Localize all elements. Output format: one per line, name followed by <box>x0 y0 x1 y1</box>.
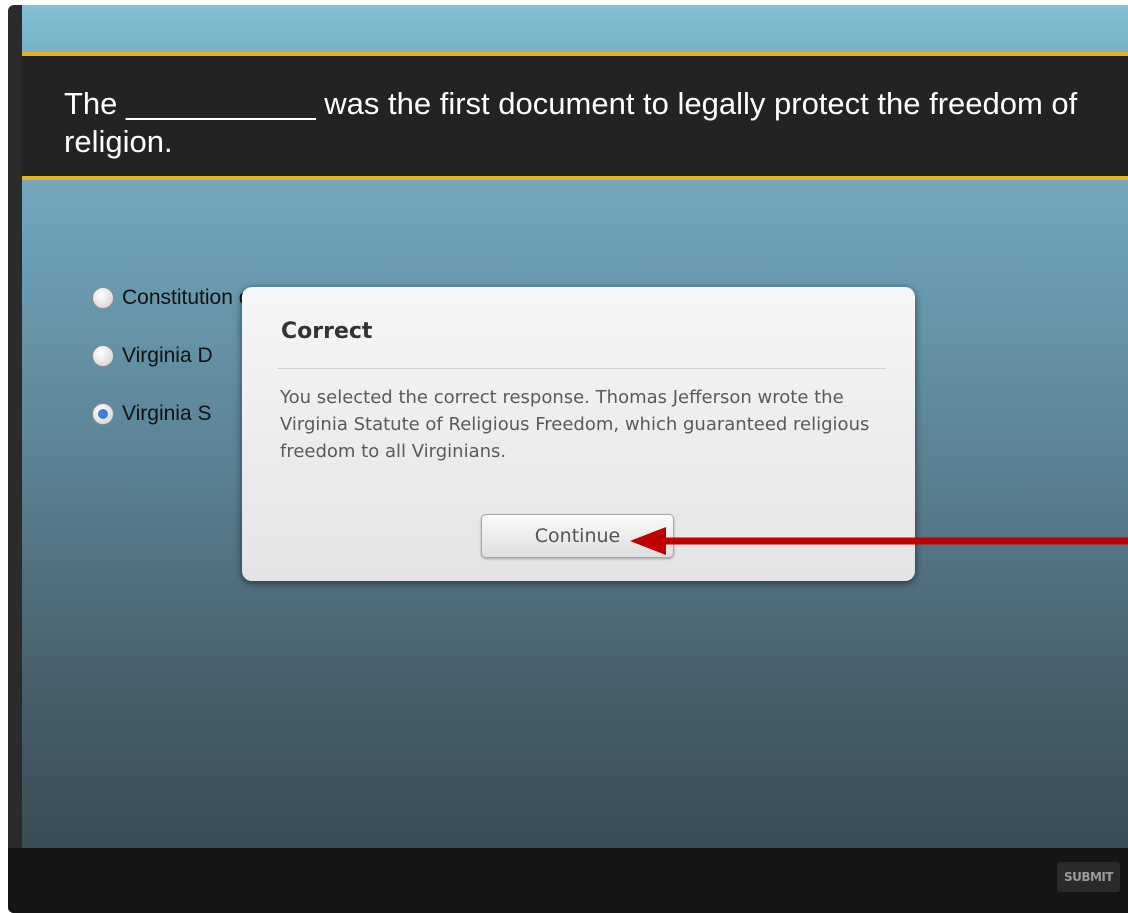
option-virginia-d[interactable]: Virginia D <box>92 341 213 371</box>
option-label: Virginia D <box>122 344 213 367</box>
submit-button[interactable]: SUBMIT <box>1057 862 1120 892</box>
question-text: The ___________ was the first document t… <box>64 86 1078 159</box>
continue-button[interactable]: Continue <box>481 514 674 558</box>
radio-button[interactable] <box>92 345 114 367</box>
option-label: Virginia S <box>122 402 212 425</box>
player-bottom-bar <box>8 848 1128 913</box>
radio-button[interactable] <box>92 287 114 309</box>
dialog-message: You selected the correct response. Thoma… <box>280 387 870 462</box>
question-bar: The ___________ was the first document t… <box>22 52 1128 180</box>
dialog-title: Correct <box>281 319 373 344</box>
top-band <box>22 5 1128 52</box>
option-virginia-s[interactable]: Virginia S <box>92 399 212 429</box>
radio-button-selected[interactable] <box>92 403 114 425</box>
dialog-divider <box>278 368 886 369</box>
feedback-dialog: Correct You selected the correct respons… <box>242 287 915 581</box>
